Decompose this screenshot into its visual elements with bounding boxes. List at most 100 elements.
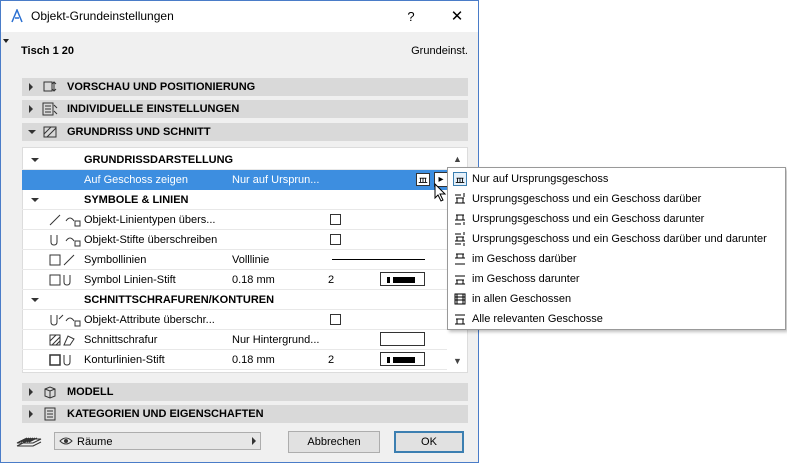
pen-swatch[interactable] — [380, 352, 425, 366]
row-label: Auf Geschoss zeigen — [84, 174, 188, 186]
preview-position-icon — [43, 81, 57, 92]
row-label: Schnittschrafur — [84, 334, 158, 346]
collapse-arrow-icon[interactable] — [3, 39, 9, 43]
story-origin-only-icon — [453, 172, 467, 186]
row-label: Symbol Linien-Stift — [84, 274, 176, 286]
collapse-arrow-icon[interactable] — [31, 158, 39, 162]
pens-override-checkbox[interactable] — [330, 234, 341, 245]
layer-select[interactable]: Räume — [54, 432, 261, 450]
linetype-override-icon — [49, 214, 81, 227]
story-below-icon — [455, 214, 465, 225]
layer-stack-icon[interactable] — [15, 433, 43, 449]
popup-item-label: Ursprungsgeschoss und ein Geschoss darüb… — [472, 193, 702, 205]
row-object-pens[interactable]: Objekt-Stifte überschreiben — [22, 230, 447, 250]
symbol-pen-icon — [49, 274, 71, 286]
expand-arrow-icon[interactable] — [29, 83, 33, 91]
group-label: GRUNDRISSDARSTELLUNG — [84, 154, 234, 166]
mouse-cursor-icon — [434, 183, 447, 202]
section-label: KATEGORIEN UND EIGENSCHAFTEN — [67, 408, 264, 420]
relevant-stories-icon — [455, 314, 465, 325]
section-preview[interactable]: VORSCHAU UND POSITIONIERUNG — [22, 78, 468, 96]
story-above-icon — [455, 193, 465, 204]
story-above-only-icon — [455, 253, 465, 265]
floor-plan-section-icon — [43, 126, 57, 138]
row-label: Symbollinien — [84, 254, 147, 266]
row-object-linetypes[interactable]: Objekt-Linientypen übers... — [22, 210, 447, 230]
popup-item-origin-above-below[interactable]: Ursprungsgeschoss und ein Geschoss darüb… — [450, 230, 783, 249]
section-label: MODELL — [67, 386, 114, 398]
group-label: SYMBOLE & LINIEN — [84, 194, 189, 206]
title-bar: Objekt-Grundeinstellungen ? ✕ — [1, 1, 478, 32]
ok-button[interactable]: OK — [394, 431, 464, 453]
popup-item-relevant-stories[interactable]: Alle relevanten Geschosse — [450, 310, 783, 329]
row-object-attributes[interactable]: Objekt-Attribute überschr... — [22, 310, 447, 330]
eye-icon — [59, 437, 73, 445]
popup-item-origin-and-above[interactable]: Ursprungsgeschoss und ein Geschoss darüb… — [450, 190, 783, 209]
story-above-below-icon — [455, 232, 465, 246]
row-contour-pen[interactable]: Konturlinien-Stift 0.18 mm 2 — [22, 350, 447, 370]
linetype-preview[interactable] — [332, 259, 425, 260]
pen-number: 2 — [328, 274, 335, 286]
linetypes-override-checkbox[interactable] — [330, 214, 341, 225]
chevron-right-icon — [252, 437, 256, 445]
row-value: Volllinie — [232, 254, 270, 266]
section-floor-plan[interactable]: GRUNDRISS UND SCHNITT — [22, 123, 468, 141]
popup-item-label: im Geschoss darunter — [472, 273, 580, 285]
story-options-popup: Nur auf Ursprungsgeschoss Ursprungsgesch… — [447, 167, 786, 330]
section-label: GRUNDRISS UND SCHNITT — [67, 126, 211, 138]
collapse-arrow-icon[interactable] — [31, 298, 39, 302]
popup-item-label: Ursprungsgeschoss und ein Geschoss darun… — [472, 213, 705, 225]
symbol-line-icon — [49, 254, 75, 266]
popup-item-label: im Geschoss darüber — [472, 253, 577, 265]
popup-item-label: Ursprungsgeschoss und ein Geschoss darüb… — [472, 233, 767, 245]
pen-swatch[interactable] — [380, 272, 425, 286]
expand-arrow-icon[interactable] — [29, 105, 33, 113]
collapse-arrow-icon[interactable] — [28, 130, 36, 134]
row-show-on-story[interactable]: Auf Geschoss zeigen Nur auf Ursprun... ▸ — [22, 170, 448, 190]
all-stories-icon — [454, 293, 466, 305]
attributes-override-checkbox[interactable] — [330, 314, 341, 325]
fill-swatch[interactable] — [380, 332, 425, 346]
section-label: INDIVIDUELLE EINSTELLUNGEN — [67, 103, 240, 115]
pen-override-icon — [50, 235, 81, 247]
row-value: Nur Hintergrund... — [232, 334, 320, 346]
dialog-window: Objekt-Grundeinstellungen ? ✕ Tisch 1 20… — [0, 0, 479, 463]
group-floor-plan-display[interactable]: GRUNDRISSDARSTELLUNG — [22, 150, 447, 170]
row-label: Objekt-Linientypen übers... — [84, 214, 216, 226]
custom-settings-icon — [42, 102, 58, 116]
section-label: VORSCHAU UND POSITIONIERUNG — [67, 81, 256, 93]
row-label: Konturlinien-Stift — [84, 354, 165, 366]
popup-item-label: in allen Geschossen — [472, 293, 572, 305]
object-name: Tisch 1 20 — [21, 45, 74, 57]
object-settings-tag: Grundeinst. — [411, 45, 468, 57]
popup-item-origin-only[interactable]: Nur auf Ursprungsgeschoss — [450, 170, 783, 189]
collapse-arrow-icon[interactable] — [31, 198, 39, 202]
story-display-icon — [416, 173, 430, 186]
section-categories[interactable]: KATEGORIEN UND EIGENSCHAFTEN — [22, 405, 468, 423]
popup-item-label: Nur auf Ursprungsgeschoss — [472, 173, 609, 185]
section-custom-settings[interactable]: INDIVIDUELLE EINSTELLUNGEN — [22, 100, 468, 118]
contour-pen-icon — [49, 354, 71, 366]
cancel-button[interactable]: Abbrechen — [288, 431, 380, 453]
archicad-logo-icon — [11, 9, 23, 23]
row-symbol-pen[interactable]: Symbol Linien-Stift 0.18 mm 2 — [22, 270, 447, 290]
row-label: Objekt-Stifte überschreiben — [84, 234, 218, 246]
scroll-down-icon[interactable]: ▼ — [453, 356, 462, 366]
group-symbol-lines[interactable]: SYMBOLE & LINIEN — [22, 190, 447, 210]
popup-item-origin-and-below[interactable]: Ursprungsgeschoss und ein Geschoss darun… — [450, 210, 783, 229]
help-button[interactable]: ? — [401, 7, 421, 27]
scroll-up-icon[interactable]: ▲ — [453, 154, 462, 164]
popup-item-story-above[interactable]: im Geschoss darüber — [450, 250, 783, 269]
group-cut-fills[interactable]: SCHNITTSCHRAFUREN/KONTUREN — [22, 290, 447, 310]
expand-arrow-icon[interactable] — [29, 388, 33, 396]
section-model[interactable]: MODELL — [22, 383, 468, 401]
attribute-override-icon — [50, 314, 81, 327]
pen-number: 2 — [328, 354, 335, 366]
row-symbol-lines[interactable]: Symbollinien Volllinie — [22, 250, 447, 270]
close-button[interactable]: ✕ — [447, 7, 467, 27]
row-value: 0.18 mm — [232, 274, 275, 286]
popup-item-all-stories[interactable]: in allen Geschossen — [450, 290, 783, 309]
expand-arrow-icon[interactable] — [29, 410, 33, 418]
popup-item-story-below[interactable]: im Geschoss darunter — [450, 270, 783, 289]
row-cut-fill[interactable]: Schnittschrafur Nur Hintergrund... — [22, 330, 447, 350]
